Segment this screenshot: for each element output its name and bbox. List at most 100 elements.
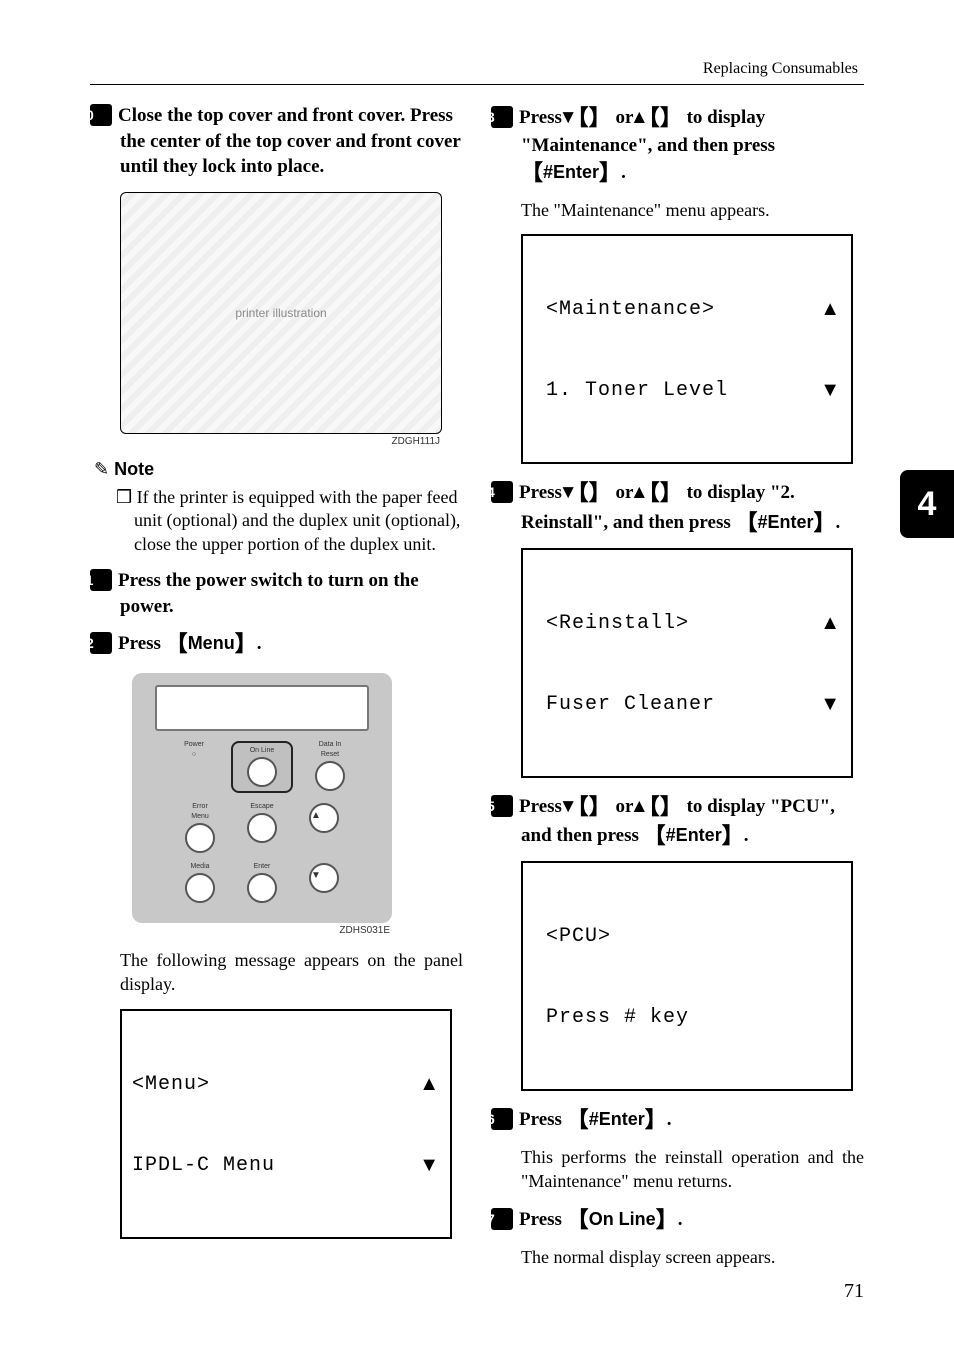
- chapter-tab: 4: [900, 470, 954, 538]
- up-arrow-icon: ▲: [820, 296, 841, 323]
- lcd-reinstall: <Reinstall> ▲ Fuser Cleaner ▼: [521, 548, 853, 778]
- up-button: ▲: [309, 803, 339, 833]
- header-rule: [90, 84, 864, 85]
- right-bracket-icon: 】: [814, 510, 836, 535]
- enter-key: #Enter: [543, 162, 599, 182]
- menu-label: Menu: [191, 813, 209, 820]
- right-bracket-icon: 】: [645, 1107, 667, 1132]
- enter-key: #Enter: [666, 825, 722, 845]
- menu-key: Menu: [188, 633, 235, 653]
- step-13: 13 Press 【▼】 or 【▲】 to display "Maintenan…: [491, 103, 864, 188]
- page-number: 71: [844, 1280, 864, 1303]
- step-12: 12 Press 【Menu】.: [90, 629, 463, 659]
- escape-button: [247, 813, 277, 843]
- media-label: Media: [190, 863, 209, 870]
- step-15: 15 Press 【▼】 or 【▲】 to display "PCU", and…: [491, 792, 864, 851]
- right-column: 13 Press 【▼】 or 【▲】 to display "Maintenan…: [491, 103, 864, 1281]
- right-bracket-icon: 】: [599, 160, 621, 185]
- step-11: 11 Press the power switch to turn on the …: [90, 568, 463, 619]
- lcd-pcu: <PCU> Press # key: [521, 861, 853, 1091]
- left-bracket-icon: 【: [567, 1207, 589, 1232]
- step-10: 10 Close the top cover and front cover. P…: [90, 103, 463, 180]
- datain-label: Data In: [319, 741, 342, 748]
- lcd-maint-line1: <Maintenance>: [533, 296, 715, 323]
- step-number-badge: 14: [491, 481, 513, 503]
- lcd-maint-line2: 1. Toner Level: [533, 377, 728, 404]
- left-bracket-icon: 【: [166, 631, 188, 656]
- up-arrow-icon: ▲: [419, 1071, 440, 1098]
- step-13-text: Press 【▼】 or 【▲】 to display "Maintenance…: [519, 107, 775, 183]
- step-12-text: Press 【Menu】.: [118, 633, 261, 654]
- lcd-maintenance: <Maintenance> ▲ 1. Toner Level ▼: [521, 234, 853, 464]
- step-number-badge: 13: [491, 106, 513, 128]
- down-arrow-icon: ▼: [820, 377, 841, 404]
- running-head: Replacing Consumables: [90, 60, 864, 78]
- reset-button: [315, 761, 345, 791]
- right-bracket-icon: 】: [589, 105, 611, 130]
- right-bracket-icon: 】: [722, 823, 744, 848]
- down-arrow-icon: ▼: [419, 1152, 440, 1179]
- step-number-badge: 16: [491, 1108, 513, 1130]
- step-15-text: Press 【▼】 or 【▲】 to display "PCU", and t…: [519, 796, 835, 847]
- step-number-badge: 17: [491, 1208, 513, 1230]
- right-bracket-icon: 】: [660, 105, 682, 130]
- note-heading: Note: [94, 459, 463, 480]
- step-number-badge: 12: [90, 632, 112, 654]
- maintenance-appears-text: The "Maintenance" menu appears.: [521, 198, 864, 222]
- right-bracket-icon: 】: [589, 480, 611, 505]
- step-17-para: The normal display screen appears.: [521, 1245, 864, 1269]
- reset-label: Reset: [321, 751, 339, 758]
- enter-button: [247, 873, 277, 903]
- step-14-text: Press 【▼】 or 【▲】 to display "2. Reinstal…: [519, 482, 840, 533]
- right-bracket-icon: 】: [660, 480, 682, 505]
- online-button: [247, 757, 277, 787]
- up-arrow-icon: ▲: [820, 610, 841, 637]
- escape-label: Escape: [250, 803, 273, 810]
- left-column: 10 Close the top cover and front cover. P…: [90, 103, 463, 1281]
- step-14: 14 Press 【▼】 or 【▲】 to display "2. Reinst…: [491, 478, 864, 537]
- step-number-badge: 11: [90, 569, 112, 591]
- step-17: 17 Press 【On Line】.: [491, 1205, 864, 1235]
- note-bullet: ❒: [116, 487, 132, 507]
- step-number-badge: 10: [90, 104, 112, 126]
- enter-label: Enter: [254, 863, 271, 870]
- step-16-text: Press 【#Enter】.: [519, 1109, 671, 1130]
- step-17-text: Press 【On Line】.: [519, 1209, 682, 1230]
- two-column-layout: 10 Close the top cover and front cover. P…: [90, 103, 864, 1281]
- note-text: If the printer is equipped with the pape…: [134, 487, 460, 554]
- left-bracket-icon: 【: [735, 510, 757, 535]
- lcd-pcu-line2: Press # key: [533, 1004, 689, 1031]
- following-message-text: The following message appears on the pan…: [120, 948, 463, 997]
- down-arrow-icon: ▼: [820, 691, 841, 718]
- lcd-reinstall-line2: Fuser Cleaner: [533, 691, 715, 718]
- step-16: 16 Press 【#Enter】.: [491, 1105, 864, 1135]
- step-number-badge: 15: [491, 795, 513, 817]
- down-button: ▼: [309, 863, 339, 893]
- left-bracket-icon: 【: [521, 160, 543, 185]
- printer-illustration: printer illustration: [120, 192, 442, 434]
- online-key: On Line: [589, 1209, 656, 1229]
- step-11-text: Press the power switch to turn on the po…: [118, 570, 419, 617]
- enter-key: #Enter: [589, 1109, 645, 1129]
- control-panel-screen: [155, 685, 369, 731]
- left-bracket-icon: 【: [644, 823, 666, 848]
- online-label: On Line: [250, 747, 275, 754]
- lcd-reinstall-line1: <Reinstall>: [533, 610, 689, 637]
- control-panel-code: ZDHS031E: [90, 925, 390, 936]
- right-bracket-icon: 】: [660, 794, 682, 819]
- error-label: Error: [192, 803, 208, 810]
- enter-key: #Enter: [758, 512, 814, 532]
- illustration-code: ZDGH111J: [90, 436, 440, 447]
- lcd-pcu-line1: <PCU>: [533, 923, 611, 950]
- left-bracket-icon: 【: [567, 1107, 589, 1132]
- lcd-menu: <Menu>▲ IPDL-C Menu▼: [120, 1009, 452, 1239]
- menu-button: [185, 823, 215, 853]
- right-bracket-icon: 】: [235, 631, 257, 656]
- media-button: [185, 873, 215, 903]
- lcd-menu-line1: <Menu>: [132, 1071, 210, 1098]
- right-bracket-icon: 】: [589, 794, 611, 819]
- step-10-text: Close the top cover and front cover. Pre…: [118, 105, 461, 177]
- power-label: Power: [184, 741, 204, 748]
- note-body: ❒ If the printer is equipped with the pa…: [90, 486, 463, 556]
- right-bracket-icon: 】: [656, 1207, 678, 1232]
